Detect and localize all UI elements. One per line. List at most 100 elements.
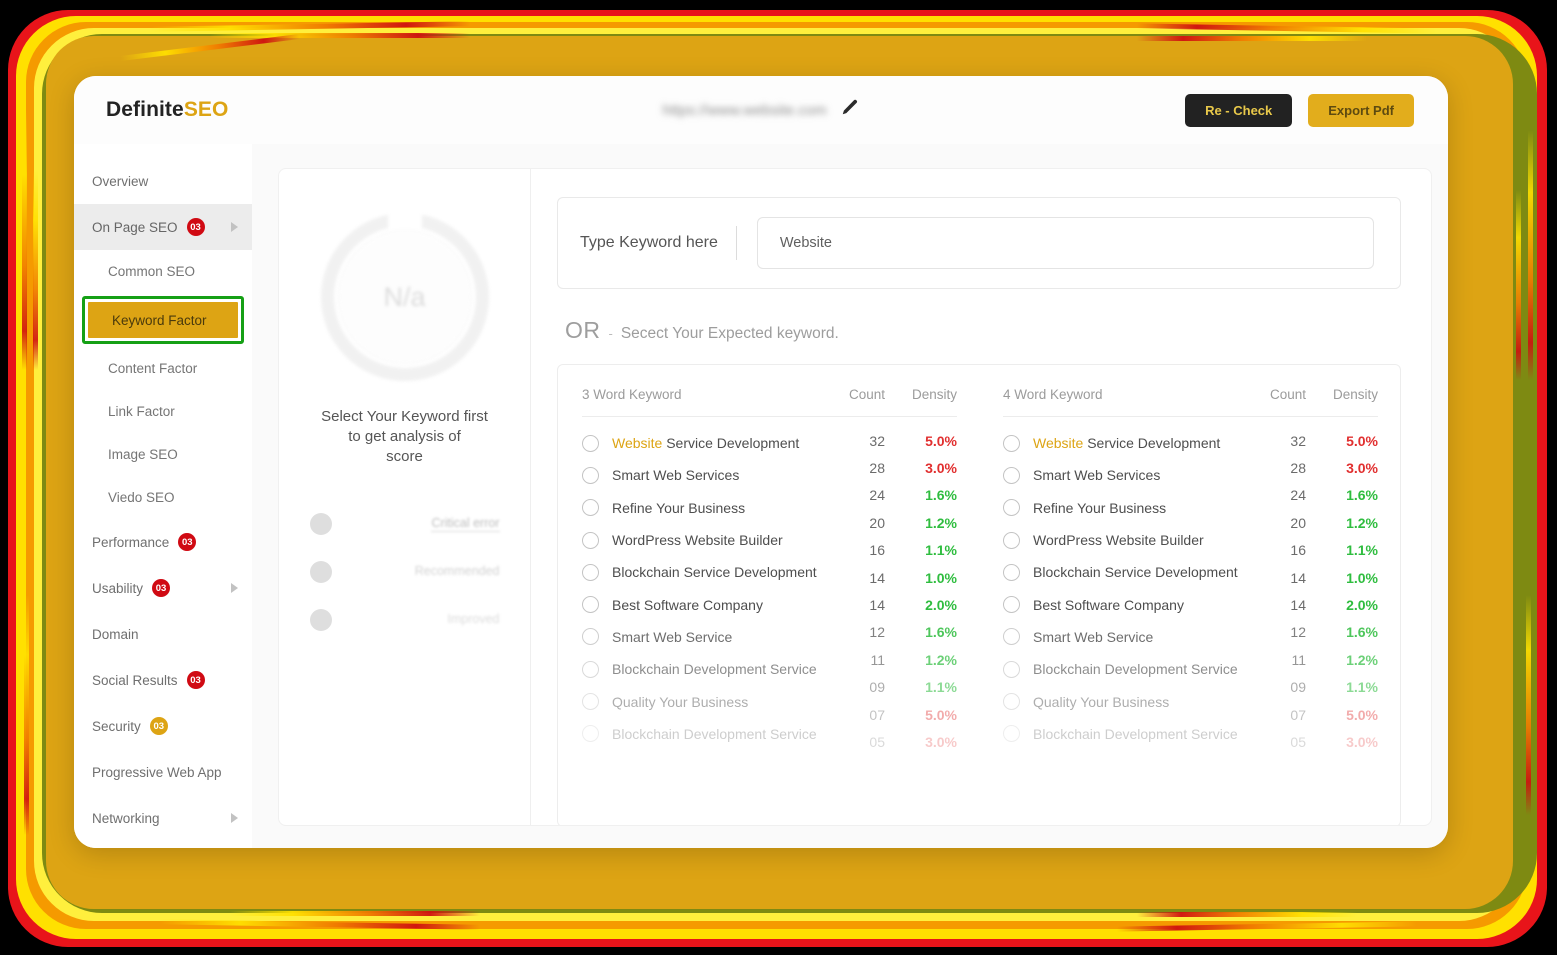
keyword-density: 1.1%	[925, 542, 957, 559]
sidebar-item-label: Networking	[92, 810, 160, 826]
logo-text-accent: SEO	[183, 98, 229, 121]
or-label: OR	[565, 317, 601, 343]
keyword-radio-button[interactable]	[1003, 531, 1020, 549]
keyword-value-row: 12 1.6%	[582, 619, 957, 646]
legend-title: Critical error	[431, 515, 500, 532]
keyword-option-row[interactable]: Website Service Development	[1003, 427, 1238, 459]
keyword-option-row[interactable]: WordPress Website Builder	[1003, 524, 1238, 556]
sidebar-item-networking[interactable]: Networking	[74, 795, 252, 841]
keyword-density: 5.0%	[1346, 432, 1378, 449]
keyword-radio-button[interactable]	[1003, 434, 1020, 452]
topbar-actions: Re - Check Export Pdf	[1185, 93, 1414, 127]
sidebar-item-content-factor[interactable]: Content Factor	[74, 347, 252, 390]
keyword-option-row[interactable]: Smart Web Services	[1003, 459, 1238, 491]
keyword-count: 09	[1290, 679, 1306, 696]
keyword-density: 3.0%	[925, 733, 957, 750]
keyword-density: 2.0%	[1346, 597, 1378, 614]
frame-accent-streak	[1526, 595, 1531, 815]
sidebar-item-label: Usability	[92, 580, 144, 596]
sidebar-item-social-results[interactable]: Social Results 03	[74, 657, 252, 703]
chevron-right-icon[interactable]	[231, 813, 238, 823]
keyword-density: 3.0%	[925, 460, 957, 477]
keyword-table-header: 4 Word Keyword Count Density	[1003, 387, 1378, 417]
keyword-radio-button[interactable]	[1003, 563, 1020, 581]
keyword-table-body: Website Service Development Smart Web Ser…	[1003, 417, 1378, 756]
sidebar-item-label: On Page SEO	[92, 219, 178, 235]
re-check-button[interactable]: Re - Check	[1185, 93, 1293, 127]
keyword-label: Website Service Development	[612, 435, 799, 451]
sidebar-item-performance[interactable]: Performance 03	[74, 519, 252, 565]
keyword-radio-button[interactable]	[1003, 596, 1020, 614]
or-instruction: Secect Your Expected keyword.	[620, 325, 839, 342]
sidebar-item-link-factor[interactable]: Link Factor	[74, 390, 252, 433]
keyword-density: 2.0%	[925, 597, 957, 614]
legend-texts: Critical error	[342, 514, 500, 535]
score-hint: Select Your Keyword first to get analysi…	[310, 407, 500, 466]
legend-texts: Improved	[342, 610, 499, 631]
keyword-option-row[interactable]: Best Software Company	[582, 588, 817, 620]
keyword-label: Refine Your Business	[1033, 500, 1166, 516]
keyword-value-row: 09 1.1%	[582, 674, 957, 701]
keyword-option-row[interactable]: Best Software Company	[1003, 588, 1238, 620]
sidebar-item-security[interactable]: Security 03	[74, 703, 252, 749]
top-bar: DefiniteSEO https://www.website.com Re -…	[74, 76, 1448, 144]
frame-accent-streak	[230, 911, 480, 916]
gauge-value: N/a	[383, 281, 426, 312]
sidebar-item-label: Image SEO	[108, 447, 178, 462]
keyword-count: 24	[869, 487, 885, 504]
pencil-icon[interactable]	[841, 98, 860, 122]
keyword-panel: Type Keyword here OR - Secect Your Expec…	[531, 169, 1431, 825]
keyword-option-row[interactable]: Refine Your Business	[1003, 492, 1238, 524]
keyword-rest: Service Development	[1083, 435, 1221, 452]
frame-accent-streak	[22, 110, 27, 370]
keyword-radio-button[interactable]	[582, 563, 599, 581]
keyword-radio-button[interactable]	[582, 499, 599, 517]
keyword-label: Best Software Company	[1033, 597, 1184, 613]
keyword-option-row[interactable]: Blockchain Service Development	[1003, 556, 1238, 588]
keyword-radio-button[interactable]	[1003, 499, 1020, 517]
keyword-input[interactable]	[756, 217, 1374, 269]
keyword-rest: Service Development	[662, 435, 800, 452]
keyword-rest: Smart Web Services	[1033, 467, 1161, 484]
keyword-radio-button[interactable]	[1003, 466, 1020, 484]
keyword-radio-button[interactable]	[582, 596, 599, 614]
sidebar-item-keyword-factor[interactable]: Keyword Factor	[88, 302, 238, 338]
keyword-option-row[interactable]: Smart Web Services	[582, 459, 817, 491]
export-pdf-button[interactable]: Export Pdf	[1308, 93, 1414, 127]
sidebar-item-common-seo[interactable]: Common SEO	[74, 250, 252, 293]
keyword-label: WordPress Website Builder	[1033, 532, 1204, 548]
keyword-option-row[interactable]: Blockchain Service Development	[582, 556, 817, 588]
keyword-value-row: 11 1.2%	[582, 646, 957, 673]
sidebar-item-usability[interactable]: Usability 03	[74, 565, 252, 611]
chevron-right-icon[interactable]	[231, 583, 238, 593]
legend-row: Critical error	[309, 500, 500, 548]
sidebar-item-domain[interactable]: Domain	[74, 611, 252, 657]
keyword-count: 20	[1290, 514, 1306, 531]
keyword-option-row[interactable]: Website Service Development	[582, 427, 817, 459]
keyword-option-row[interactable]: Refine Your Business	[582, 492, 817, 524]
keyword-count: 28	[1290, 460, 1306, 477]
keyword-option-row[interactable]: WordPress Website Builder	[582, 524, 817, 556]
keyword-value-row: 09 1.1%	[1003, 674, 1378, 701]
app-logo[interactable]: DefiniteSEO	[106, 98, 228, 122]
keyword-radio-button[interactable]	[582, 434, 599, 452]
frame-accent-streak	[1137, 36, 1367, 41]
sidebar-item-viedo-seo[interactable]: Viedo SEO	[74, 476, 252, 519]
body-area: Overview On Page SEO 03 Common SEO Keyword F…	[74, 144, 1448, 848]
keyword-density: 3.0%	[1346, 460, 1378, 477]
sidebar-item-on-page-seo[interactable]: On Page SEO 03	[74, 204, 252, 250]
frame-accent-streak	[1137, 912, 1357, 917]
sidebar-item-progressive-web-app[interactable]: Progressive Web App	[74, 749, 252, 795]
keyword-radio-button[interactable]	[582, 531, 599, 549]
keyword-label: Smart Web Services	[612, 467, 739, 483]
sidebar-item-image-seo[interactable]: Image SEO	[74, 433, 252, 476]
sidebar-item-label: Social Results	[92, 672, 178, 688]
chevron-right-icon[interactable]	[231, 222, 238, 232]
keyword-input-label: Type Keyword here	[580, 234, 718, 251]
legend-dot-icon	[309, 513, 332, 536]
keyword-rest: Blockchain Service Development	[612, 564, 817, 581]
keyword-radio-button[interactable]	[582, 466, 599, 484]
sidebar-item-overview[interactable]: Overview	[74, 158, 252, 204]
keyword-table: 3 Word Keyword Count Density Website Servic…	[558, 387, 979, 825]
keyword-rest: WordPress Website Builder	[612, 532, 783, 549]
